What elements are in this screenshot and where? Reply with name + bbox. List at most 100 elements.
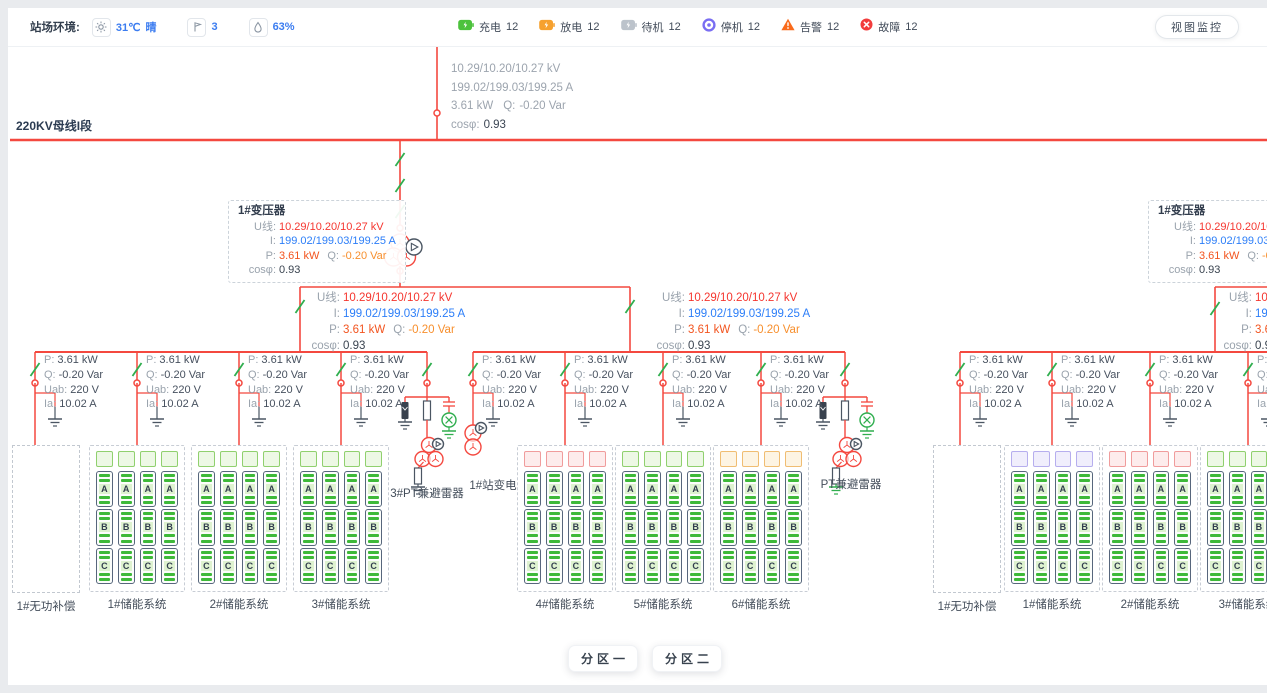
battery-cell-B: B	[344, 509, 361, 545]
cell-label: A	[1177, 484, 1188, 494]
measure-text: 3.61 kW	[1199, 250, 1239, 262]
battery-rack: ABC	[263, 451, 280, 586]
pcs-state-box	[198, 451, 215, 467]
cell-label: B	[1079, 522, 1090, 532]
branch-measurements: P:3.61 kWQ:-0.20 VarUab:220 VIa:10.02 A	[482, 353, 541, 412]
cluster-label-6: 6#储能系统	[711, 596, 811, 612]
pcs-state-box	[220, 451, 237, 467]
cell-label: B	[669, 522, 680, 532]
battery-cell-A: A	[300, 471, 317, 507]
measure-text: P:	[969, 354, 979, 366]
pcs-state-box	[644, 451, 661, 467]
branch-measurements: P:3.61 kWQ:-0.20 VarUab:220 VIa:10.02 A	[44, 353, 103, 412]
cell-label: B	[1210, 522, 1221, 532]
battery-cell-C: C	[300, 548, 317, 584]
measure-text: I:	[238, 234, 276, 249]
storage-cluster-1[interactable]: ABCABCABCABC	[89, 445, 185, 592]
reactive-compensation-box[interactable]	[12, 445, 80, 593]
measure-text: -0.20 Var	[519, 100, 565, 112]
cell-label: A	[121, 484, 132, 494]
battery-cell-B: B	[1174, 509, 1191, 545]
view-monitor-button[interactable]: 视图监控	[1155, 15, 1239, 39]
measure-text: 220 V	[1087, 384, 1116, 396]
cell-label: B	[723, 522, 734, 532]
cell-label: A	[625, 484, 636, 494]
cell-label: A	[1036, 484, 1047, 494]
battery-cell-B: B	[764, 509, 781, 545]
measure-text: -0.20 Var	[1262, 250, 1267, 262]
battery-cell-A: A	[344, 471, 361, 507]
storage-cluster-4[interactable]: ABCABCABCABC	[517, 445, 613, 592]
transformer-title: 1#变压器	[238, 204, 396, 219]
partition-1-button[interactable]: 分区一	[568, 645, 638, 672]
state-play-icon	[851, 439, 862, 450]
measure-text: Q:	[248, 369, 260, 381]
battery-cell-A: A	[1055, 471, 1072, 507]
legend-item-alarm[interactable]: 告警12	[781, 18, 839, 36]
measure-text: I:	[1158, 234, 1196, 249]
battery-cell-B: B	[1229, 509, 1246, 545]
pcs-state-box	[1033, 451, 1050, 467]
wind-value: 3	[211, 21, 217, 33]
battery-cell-B: B	[263, 509, 280, 545]
measure-text: 10.02 A	[687, 398, 724, 410]
battery-cell-C: C	[1153, 548, 1170, 584]
storage-cluster-7[interactable]: ABCABCABCABC	[1004, 445, 1100, 592]
branch-measurements: P:3.61 kWQ:-0.20 VarUab:220 VIa:10.02 A	[969, 353, 1028, 412]
measure-text: cosφ:	[238, 263, 276, 278]
storage-cluster-9[interactable]: ABCABCABCABC	[1200, 445, 1267, 592]
measure-text: 3.61 kW	[1172, 354, 1212, 366]
cell-label: A	[201, 484, 212, 494]
battery-cell-A: A	[666, 471, 683, 507]
battery-rack: ABC	[589, 451, 606, 586]
cell-label: A	[1079, 484, 1090, 494]
measure-text: Uab:	[1061, 384, 1084, 396]
measure-text: Ia:	[248, 398, 260, 410]
measure-text: Q:	[574, 369, 586, 381]
storage-cluster-2[interactable]: ABCABCABCABC	[191, 445, 287, 592]
measure-text: P:	[248, 354, 258, 366]
cell-label: C	[592, 561, 603, 571]
cell-label: B	[1058, 522, 1069, 532]
cell-label: B	[1134, 522, 1145, 532]
battery-cell-C: C	[1011, 548, 1028, 584]
measure-text: 220 V	[995, 384, 1024, 396]
storage-cluster-8[interactable]: ABCABCABCABC	[1102, 445, 1198, 592]
cell-label: B	[1014, 522, 1025, 532]
legend-label: 待机	[642, 19, 664, 35]
battery-cell-B: B	[300, 509, 317, 545]
measure-text: 10.29/10.20/10.27 kV	[451, 63, 560, 75]
battery-cell-A: A	[687, 471, 704, 507]
battery-cell-B: B	[1207, 509, 1224, 545]
pcs-state-box	[742, 451, 759, 467]
measure-text: -0.20 Var	[263, 369, 307, 381]
battery-cell-C: C	[1033, 548, 1050, 584]
battery-cell-A: A	[622, 471, 639, 507]
legend-item-discharge[interactable]: 放电12	[539, 18, 599, 36]
battery-rack: ABC	[1076, 451, 1093, 586]
cell-label: B	[143, 522, 154, 532]
legend-item-charge[interactable]: 充电12	[458, 18, 518, 36]
cell-label: C	[266, 561, 277, 571]
legend-count: 12	[905, 21, 917, 33]
legend-item-standby[interactable]: 待机12	[621, 18, 681, 36]
battery-cell-B: B	[1109, 509, 1126, 545]
legend-item-shutdown[interactable]: 停机12	[702, 18, 760, 37]
battery-cell-A: A	[322, 471, 339, 507]
pcs-state-box	[300, 451, 317, 467]
reactive-compensation-box[interactable]	[933, 445, 1001, 593]
measure-text: Q:	[327, 250, 339, 262]
battery-rack: ABC	[622, 451, 639, 586]
cell-label: A	[723, 484, 734, 494]
storage-cluster-3[interactable]: ABCABCABCABC	[293, 445, 389, 592]
legend-item-fault[interactable]: 故障12	[860, 18, 917, 36]
measure-text: P:	[146, 354, 156, 366]
partition-2-button[interactable]: 分区二	[652, 645, 722, 672]
cell-label: A	[164, 484, 175, 494]
feeder-info-left: U线:10.29/10.20/10.27 kVI:199.02/199.03/1…	[306, 290, 465, 354]
measure-text: P:	[350, 354, 360, 366]
storage-cluster-6[interactable]: ABCABCABCABC	[713, 445, 809, 592]
measure-text: -0.20 Var	[1174, 369, 1218, 381]
cell-label: B	[1177, 522, 1188, 532]
storage-cluster-5[interactable]: ABCABCABCABC	[615, 445, 711, 592]
